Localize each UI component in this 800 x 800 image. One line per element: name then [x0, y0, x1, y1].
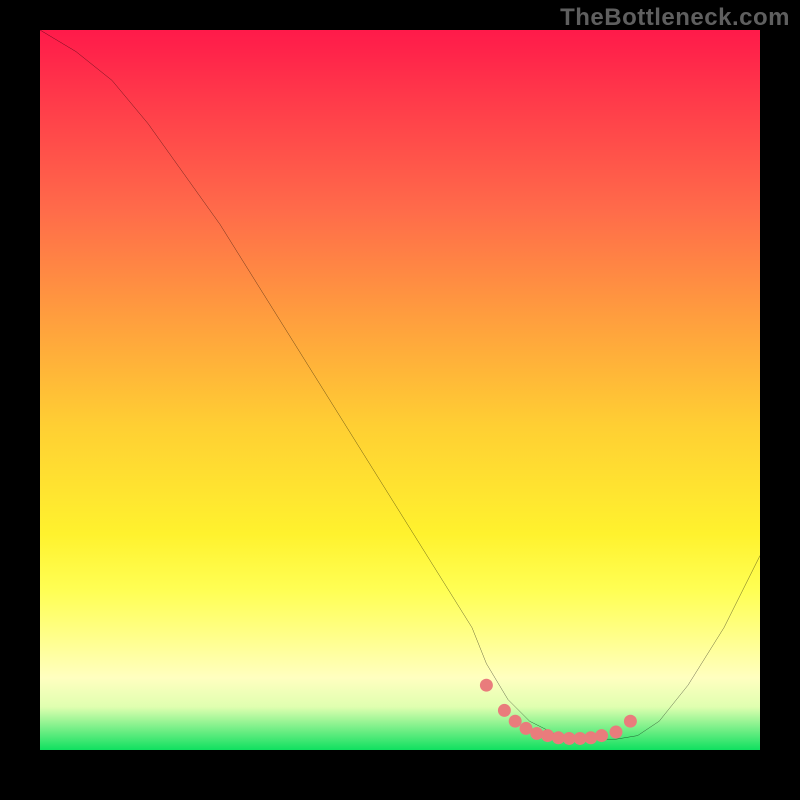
marker-dot — [509, 715, 522, 728]
plot-area — [40, 30, 760, 750]
marker-dot — [584, 731, 597, 744]
marker-dot — [595, 729, 608, 742]
bottleneck-curve — [40, 30, 760, 739]
marker-dot — [610, 726, 623, 739]
chart-overlay — [40, 30, 760, 750]
marker-dot — [480, 679, 493, 692]
marker-dot — [530, 727, 543, 740]
watermark-text: TheBottleneck.com — [560, 4, 790, 32]
marker-dot — [624, 715, 637, 728]
optimal-zone-dots — [480, 679, 637, 745]
marker-dot — [541, 729, 554, 742]
chart-frame: TheBottleneck.com — [0, 0, 800, 800]
marker-dot — [498, 704, 511, 717]
